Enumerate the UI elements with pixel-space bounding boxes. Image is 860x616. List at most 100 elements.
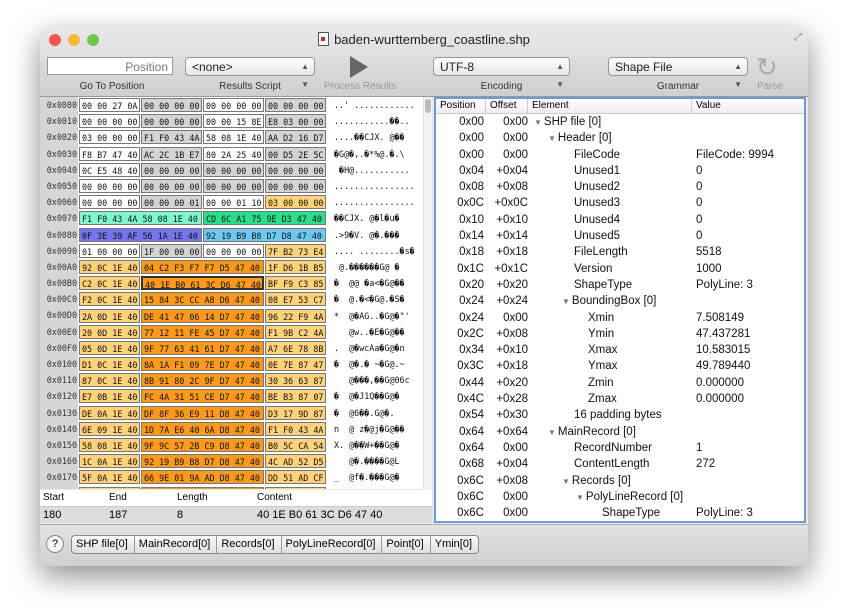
hex-byte-group[interactable]: 00 00 00 00 <box>203 162 264 177</box>
structure-tree[interactable]: Position Offset Element Value 0x00 0x00 ▼ S… <box>434 97 806 523</box>
hex-row[interactable]: 0x00A0 92 0C 1E 40 04 C2 F3 F7 F7 D5 47 40… <box>40 258 432 276</box>
tree-row[interactable]: 0x00 0x00 ▼ SHP file [0] <box>436 114 804 130</box>
hex-byte-group[interactable]: BE B3 87 07 <box>265 389 326 404</box>
tree-row[interactable]: 0x34 +0x10 Xmax 10.583015 <box>436 342 804 358</box>
hex-byte-group[interactable]: 00 00 01 10 <box>203 195 264 210</box>
disclosure-triangle-icon[interactable]: ▼ <box>548 134 556 143</box>
hex-byte-group[interactable]: 4C AD 52 D5 <box>265 454 326 469</box>
hex-byte-group[interactable]: 00 00 00 00 <box>141 98 202 113</box>
hex-byte-group[interactable]: 8A 1A F1 09 7E D7 47 40 <box>141 357 264 372</box>
hex-byte-group[interactable]: 08 E7 53 C7 <box>265 292 326 307</box>
hex-row[interactable]: 0x00E0 20 0D 1E 40 77 12 11 FE 45 D7 47 40… <box>40 323 432 340</box>
ascii-text[interactable]: ................ <box>334 197 419 207</box>
hex-byte-group[interactable]: 05 0D 1E 40 <box>79 340 140 355</box>
hex-byte-group[interactable]: C2 0C 1E 40 <box>79 276 140 291</box>
hex-byte-group[interactable]: 66 9E 01 9A AD D8 47 40 <box>141 470 264 485</box>
grammar-select[interactable]: Shape File ▲ ▼ <box>608 57 748 89</box>
hex-row[interactable]: 0x0000 00 00 27 0A 00 00 00 00 00 00 00 00 0… <box>40 97 432 114</box>
ascii-text[interactable]: ...........��.. <box>334 116 419 126</box>
tree-row[interactable]: 0x24 +0x24 ▼ BoundingBox [0] <box>436 293 804 309</box>
breadcrumb-item[interactable]: Point[0] <box>382 536 431 553</box>
ascii-text[interactable]: .... ........�s� <box>334 246 419 256</box>
hex-byte-group[interactable]: F1 F0 43 4A 58 08 1E 40 <box>79 211 202 226</box>
hex-row[interactable]: 0x0040 0C E5 48 40 00 00 00 00 00 00 00 00 0… <box>40 161 432 178</box>
hex-byte-group[interactable]: 03 00 00 00 <box>265 195 326 210</box>
hex-byte-group[interactable]: A7 6E 78 8B <box>265 340 326 355</box>
disclosure-triangle-icon[interactable]: ▼ <box>562 477 570 486</box>
hex-row[interactable]: 0x0150 58 08 1E 40 9F 9C 57 2B C9 D8 47 40… <box>40 436 432 454</box>
hex-byte-group[interactable]: FC 4A 31 51 CE D7 47 40 <box>141 389 264 404</box>
hex-row[interactable]: 0x00B0 C2 0C 1E 40 40 1E B0 61 3C D6 47 40… <box>40 275 432 292</box>
hex-byte-group[interactable]: F1 9B C2 4A <box>265 324 326 339</box>
ascii-text[interactable]: ..' ............ <box>334 100 419 110</box>
tree-row[interactable]: 0x6C 0x00 ShapeType PolyLine: 3 <box>436 505 804 521</box>
encoding-select[interactable]: UTF-8 ▲ ▼ <box>433 57 570 89</box>
hex-byte-group[interactable]: B0 5C CA 54 <box>265 438 326 453</box>
ascii-text[interactable]: ................ <box>334 181 419 191</box>
tree-row[interactable]: 0x00 0x00 ▼ Header [0] <box>436 130 804 146</box>
hex-byte-group[interactable]: DD 51 AD CF <box>265 470 326 485</box>
hex-byte-group[interactable]: E7 0B 1E 40 <box>79 389 140 404</box>
hex-byte-group[interactable]: 92 19 B9 B8 D7 D8 47 40 <box>203 227 326 242</box>
hex-row[interactable]: 0x0140 6E 09 1E 40 1D 7A E6 40 6A D8 47 40… <box>40 420 432 437</box>
hex-byte-group[interactable]: 1F D6 1B B5 <box>265 259 326 274</box>
hex-byte-group[interactable]: 00 00 00 00 <box>265 179 326 194</box>
disclosure-triangle-icon[interactable]: ▼ <box>548 428 556 437</box>
hex-byte-group[interactable]: 00 00 00 00 <box>265 98 326 113</box>
ascii-text[interactable]: � @.�<�G@.�S� <box>334 294 419 304</box>
hex-row[interactable]: 0x00C0 F2 0C 1E 40 15 84 3C CC A8 D6 47 40… <box>40 291 432 308</box>
hex-byte-group[interactable]: 00 00 00 00 <box>79 179 140 194</box>
hex-byte-group[interactable]: 20 0D 1E 40 <box>79 324 140 339</box>
hex-byte-group[interactable]: 00 00 00 01 <box>141 195 202 210</box>
tree-row[interactable]: 0x20 +0x20 ShapeType PolyLine: 3 <box>436 277 804 293</box>
ascii-text[interactable]: @w..�E�G@�� <box>334 327 419 337</box>
tree-row[interactable]: 0x00 0x00 FileCode FileCode: 9994 <box>436 147 804 163</box>
hex-byte-group[interactable]: 00 00 00 00 <box>203 243 264 258</box>
tree-row[interactable]: 0x64 +0x64 ▼ MainRecord [0] <box>436 424 804 440</box>
breadcrumb-item[interactable]: PolyLineRecord[0] <box>282 536 383 553</box>
ascii-text[interactable]: n @ z�@j�G@�� <box>334 424 419 434</box>
tree-row[interactable]: 0x68 +0x04 ContentLength 272 <box>436 456 804 472</box>
hex-byte-group[interactable]: 03 00 00 00 <box>79 130 140 145</box>
hex-byte-group[interactable]: 00 00 00 00 <box>141 114 202 129</box>
hex-byte-group[interactable]: 9F 9C 57 2B C9 D8 47 40 <box>141 438 264 453</box>
ascii-text[interactable]: @.������G@ � <box>334 262 419 272</box>
results-script-select[interactable]: <none> ▲ ▼ <box>185 57 315 89</box>
breadcrumb-item[interactable]: Ymin[0] <box>431 536 478 553</box>
hex-byte-group[interactable]: 96 22 F9 4A <box>265 308 326 323</box>
parse-refresh-icon[interactable]: ↻ <box>756 52 778 83</box>
ascii-text[interactable]: . @�wcAa�G@�n <box>334 343 419 353</box>
tree-row[interactable]: 0x6C +0x08 ▼ Records [0] <box>436 473 804 489</box>
hex-byte-group[interactable]: 0E 7E 87 47 <box>265 357 326 372</box>
hex-byte-group[interactable]: 7F B2 73 E4 <box>265 243 326 258</box>
col-element[interactable]: Element <box>528 99 692 113</box>
hex-byte-group[interactable]: 00 00 00 00 <box>265 162 326 177</box>
hex-row[interactable]: 0x00F0 05 0D 1E 40 9F 77 63 41 61 D7 47 40… <box>40 339 432 356</box>
hex-byte-group[interactable]: 15 84 3C CC A8 D6 47 40 <box>141 292 264 307</box>
col-offset[interactable]: Offset <box>486 99 528 113</box>
hex-byte-group[interactable]: 00 00 00 00 <box>79 114 140 129</box>
hex-row[interactable]: 0x0080 0F 3E 39 AF 56 1A 1E 40 92 19 B9 B8… <box>40 226 432 243</box>
ascii-text[interactable]: ��CJX. @�l�u� <box>334 213 419 223</box>
tree-row[interactable]: 0x4C +0x28 Zmax 0.000000 <box>436 391 804 407</box>
hex-view[interactable]: 0x0000 00 00 27 0A 00 00 00 00 00 00 00 00 0… <box>40 97 432 489</box>
ascii-text[interactable]: � @�.� ~�G@.~ <box>334 359 419 369</box>
hex-byte-group[interactable]: F1 F0 43 4A <box>141 130 202 145</box>
hex-byte-group[interactable]: 40 1E B0 61 3C D6 47 40 <box>141 276 264 291</box>
ascii-text[interactable]: �G@�,.�*%@.�.\ <box>334 149 419 159</box>
selection-row[interactable]: 180 187 8 40 1E B0 61 3C D6 47 40 <box>40 507 432 523</box>
help-button[interactable]: ? <box>46 535 64 553</box>
hex-byte-group[interactable]: DF 8F 36 E9 11 D8 47 40 <box>141 405 264 420</box>
ascii-text[interactable]: � @�J1Q��G@� <box>334 391 419 401</box>
tree-row[interactable]: 0x10 +0x10 Unused4 0 <box>436 212 804 228</box>
hex-byte-group[interactable]: E8 03 00 00 <box>265 114 326 129</box>
hex-row[interactable]: 0x0120 E7 0B 1E 40 FC 4A 31 51 CE D7 47 40… <box>40 388 432 405</box>
hex-byte-group[interactable]: 87 0C 1E 40 <box>79 373 140 388</box>
hex-row[interactable]: 0x0060 00 00 00 00 00 00 00 01 00 00 01 10 0… <box>40 194 432 211</box>
hex-byte-group[interactable]: 00 00 27 0A <box>79 98 140 113</box>
hex-byte-group[interactable]: 80 2A 25 40 <box>203 146 264 161</box>
breadcrumb-item[interactable]: SHP file[0] <box>72 536 135 553</box>
ascii-text[interactable]: .>9�V. @�.��� <box>334 230 419 240</box>
hex-byte-group[interactable]: DE 41 47 06 14 D7 47 40 <box>141 308 264 323</box>
hex-byte-group[interactable]: 00 00 00 00 <box>141 179 202 194</box>
